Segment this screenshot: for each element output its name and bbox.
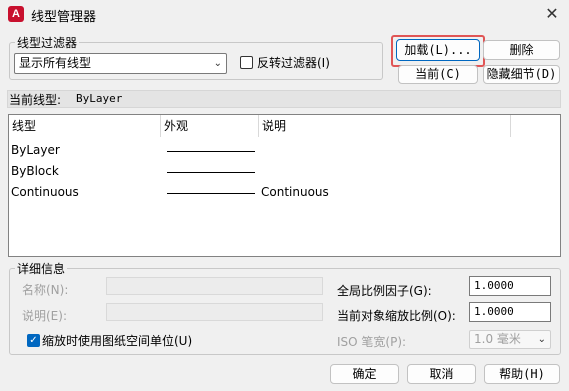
name-label: 名称(N): (22, 283, 69, 297)
delete-button[interactable]: 删除 (483, 40, 560, 60)
global-scale-label: 全局比例因子(G): (337, 284, 432, 298)
invert-filter-checkbox[interactable] (240, 56, 253, 69)
invert-filter-label: 反转过滤器(I) (257, 56, 330, 70)
iso-pen-width-label: ISO 笔宽(P): (337, 335, 407, 349)
linetype-preview (167, 172, 255, 173)
name-field (106, 277, 323, 295)
current-linetype-value: ByLayer (76, 92, 123, 105)
description-field (106, 303, 323, 321)
description-label: 说明(E): (22, 309, 67, 323)
list-item-description: Continuous (261, 185, 329, 199)
iso-pen-width-value: 1.0 毫米 (474, 332, 521, 346)
hide-details-button[interactable]: 隐藏细节(D) (483, 65, 560, 84)
object-scale-input[interactable]: 1.0000 (469, 302, 551, 322)
chevron-down-icon: ⌄ (213, 58, 222, 69)
autocad-app-icon: A (8, 6, 24, 22)
column-header-appearance[interactable]: 外观 (161, 115, 259, 137)
current-linetype-label: 当前线型: (9, 93, 62, 107)
close-button[interactable]: ✕ (542, 4, 562, 24)
paper-space-units-checkbox[interactable]: ✓ (27, 334, 40, 347)
chevron-down-icon: ⌄ (537, 334, 546, 345)
linetype-list[interactable]: 线型 外观 说明 ByLayer ByBlock Continuous Cont… (8, 114, 561, 257)
cancel-button[interactable]: 取消 (407, 364, 476, 384)
linetype-filter-group-label: 线型过滤器 (15, 34, 80, 51)
list-item-name[interactable]: Continuous (11, 185, 79, 199)
iso-pen-width-select: 1.0 毫米 ⌄ (469, 330, 551, 349)
paper-space-units-label: 缩放时使用图纸空间单位(U) (42, 334, 193, 348)
linetype-filter-selected: 显示所有线型 (19, 56, 92, 70)
list-item-name[interactable]: ByLayer (11, 143, 60, 157)
dialog-title: 线型管理器 (31, 10, 97, 25)
column-header-blank[interactable] (511, 115, 560, 137)
linetype-preview (167, 193, 255, 194)
column-header-description[interactable]: 说明 (259, 115, 511, 137)
current-button[interactable]: 当前(C) (398, 65, 478, 84)
details-group-label: 详细信息 (15, 260, 68, 277)
column-header-linetype[interactable]: 线型 (9, 115, 161, 137)
linetype-preview (167, 151, 255, 152)
ok-button[interactable]: 确定 (330, 364, 399, 384)
object-scale-label: 当前对象缩放比例(O): (337, 309, 456, 323)
global-scale-input[interactable]: 1.0000 (469, 276, 551, 296)
linetype-filter-select[interactable]: 显示所有线型 ⌄ (14, 53, 227, 74)
help-button[interactable]: 帮助(H) (484, 364, 560, 384)
load-button[interactable]: 加载(L)... (396, 39, 480, 61)
list-item-name[interactable]: ByBlock (11, 164, 59, 178)
